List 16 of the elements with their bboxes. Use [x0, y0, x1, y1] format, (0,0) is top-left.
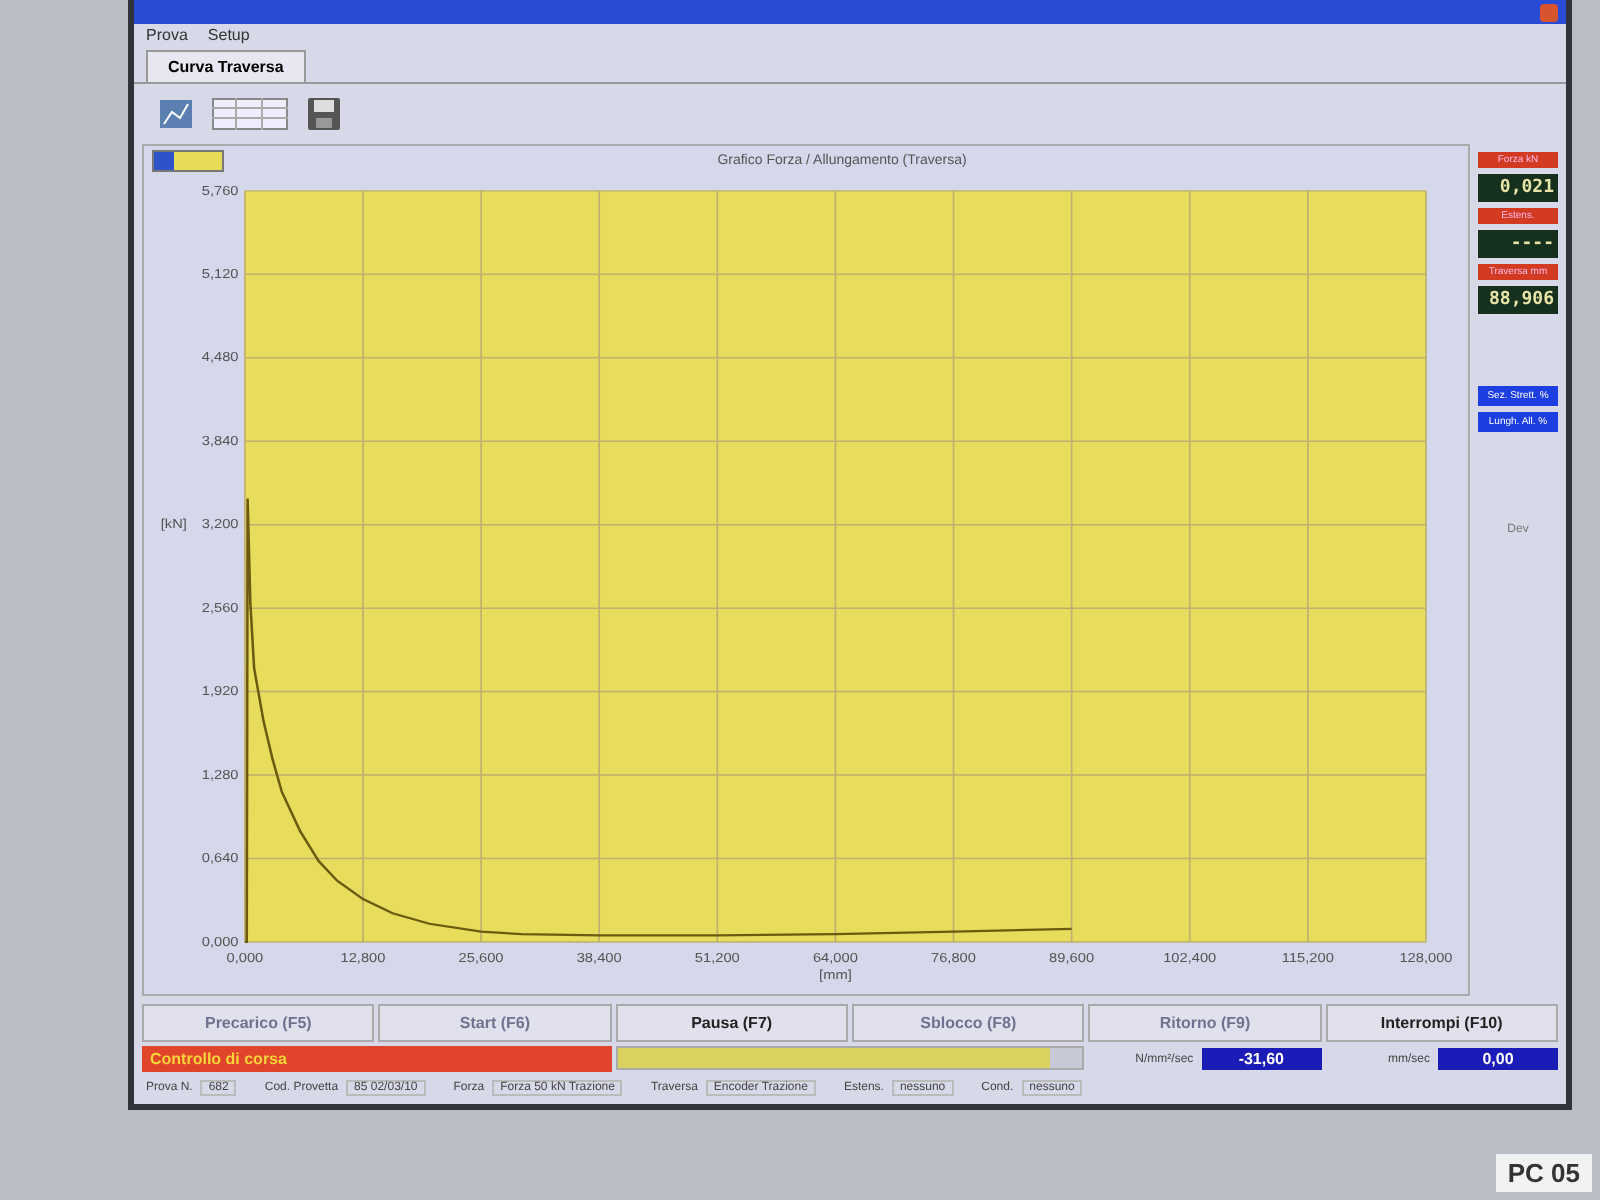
- speed-value: -31,60: [1201, 1048, 1322, 1070]
- chart-icon[interactable]: [154, 96, 198, 132]
- alarm-banner: Controllo di corsa: [142, 1046, 612, 1072]
- function-button[interactable]: Interrompi (F10): [1325, 1004, 1558, 1042]
- monitor-label: PC 05: [1495, 1154, 1592, 1192]
- menu-item[interactable]: Setup: [207, 26, 250, 44]
- speed-value: 0,00: [1438, 1048, 1558, 1070]
- menu-item[interactable]: Prova: [146, 26, 188, 44]
- readout-value: ----: [1478, 230, 1558, 258]
- readout-value: 0,021: [1478, 174, 1558, 202]
- save-icon[interactable]: [302, 96, 346, 132]
- tab[interactable]: Curva Traversa: [146, 50, 306, 82]
- table-icon[interactable]: [210, 96, 290, 132]
- readout-value: 88,906: [1478, 286, 1558, 314]
- function-button[interactable]: Pausa (F7): [615, 1004, 848, 1042]
- legend-swatch: [152, 150, 224, 172]
